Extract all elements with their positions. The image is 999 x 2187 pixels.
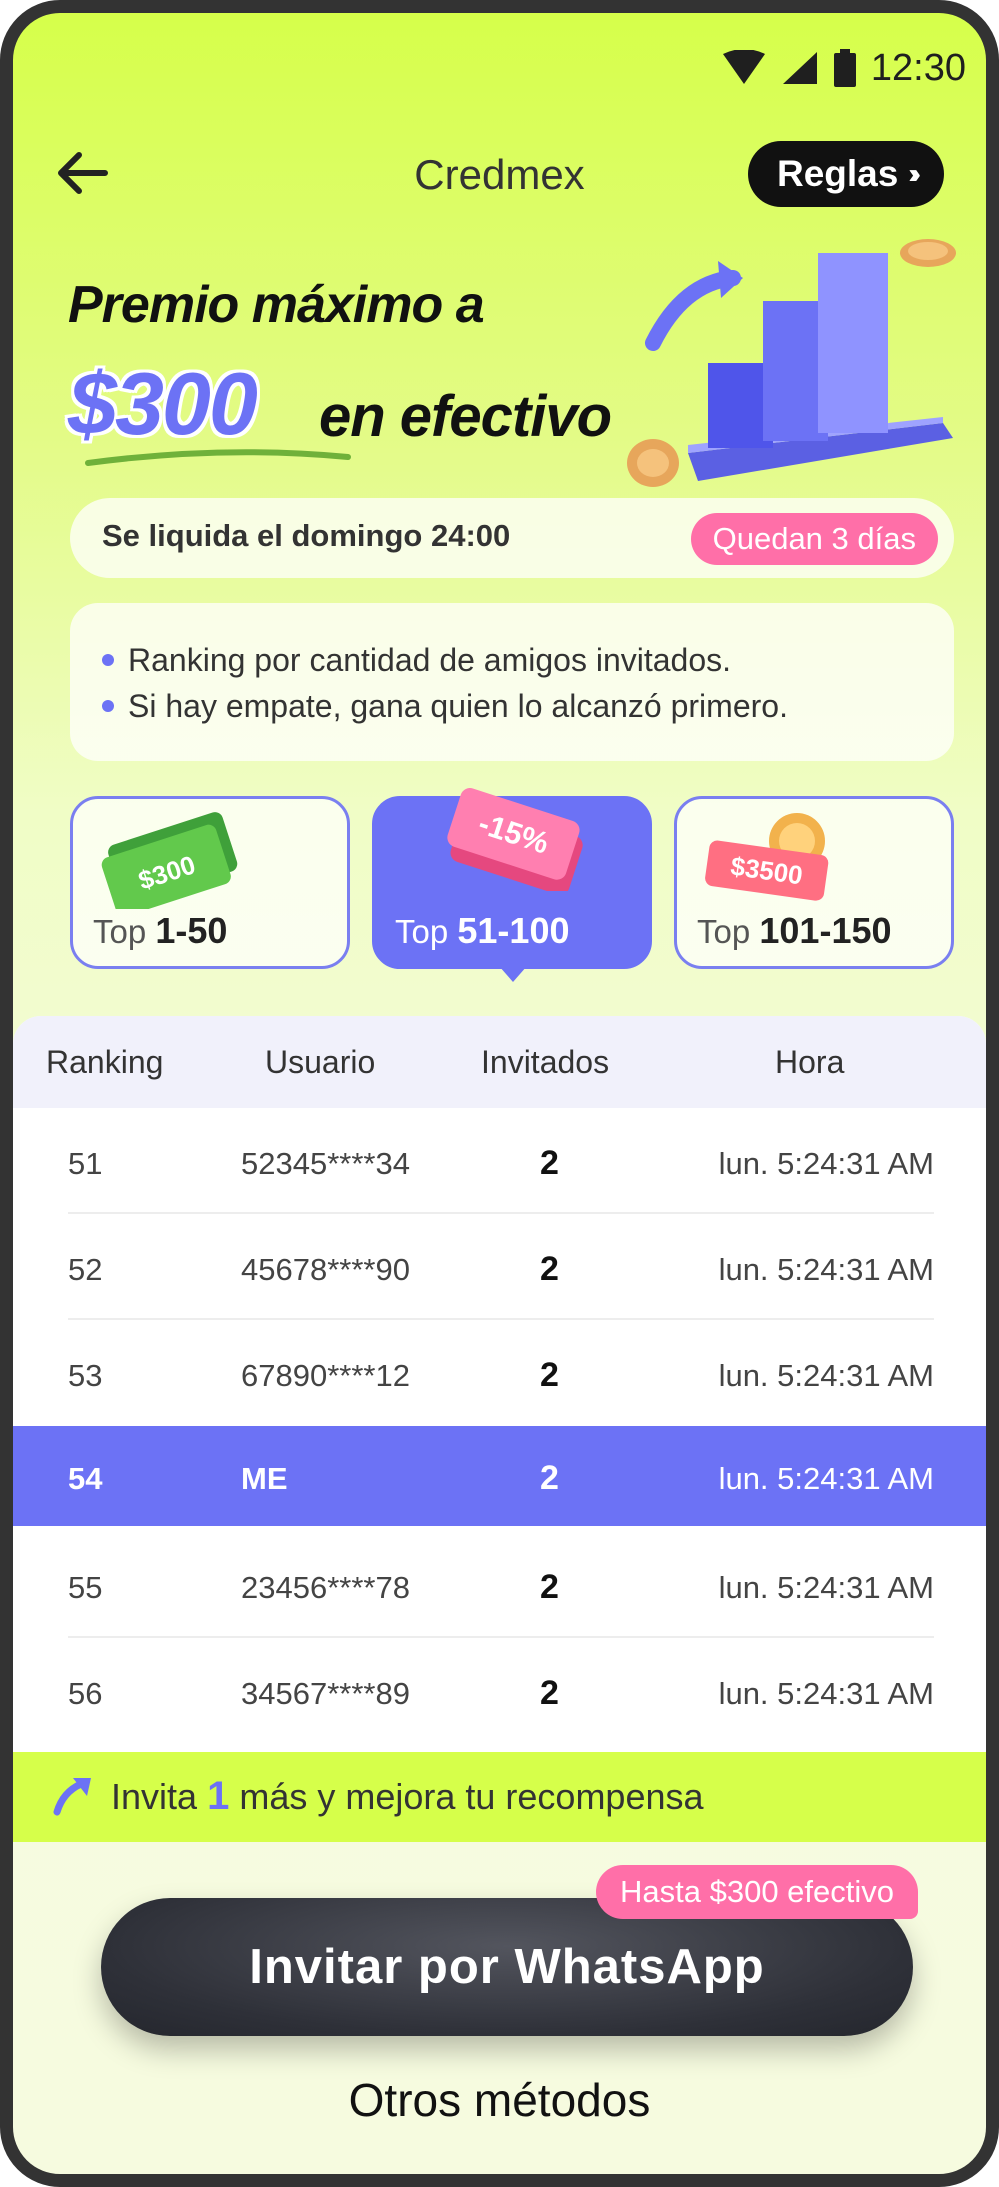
cell-invited: 2	[540, 1250, 559, 1288]
reward-badge: Hasta $300 efectivo	[596, 1865, 919, 1919]
table-row-current-user: 54 ME 2 lun. 5:24:31 AM	[13, 1426, 986, 1526]
cell-time: lun. 5:24:31 AM	[718, 1461, 934, 1496]
cell-invited: 2	[540, 1568, 559, 1606]
cell-user: 52345****34	[241, 1146, 410, 1181]
cell-rank: 56	[68, 1676, 103, 1711]
tier-label: Top 51-100	[395, 910, 570, 951]
cell-time: lun. 5:24:31 AM	[718, 1676, 934, 1711]
cell-user: 67890****12	[241, 1358, 410, 1393]
cell-invited: 2	[540, 1674, 559, 1712]
growth-chart-illustration	[627, 239, 956, 487]
tier-tab-1-50[interactable]: $300 Top 1-50	[70, 796, 350, 969]
cell-rank: 51	[68, 1146, 103, 1181]
rule-item: Si hay empate, gana quien lo alcanzó pri…	[102, 683, 954, 729]
cell-rank: 55	[68, 1570, 103, 1605]
cell-user: 45678****90	[241, 1252, 410, 1287]
table-row: 51 52345****34 2 lun. 5:24:31 AM	[13, 1108, 986, 1214]
hero-title: Premio máximo a	[68, 276, 485, 334]
invite-progress-banner: Invita 1 más y mejora tu recompensa	[13, 1752, 986, 1842]
tier-label: Top 101-150	[697, 910, 892, 951]
header-user: Usuario	[265, 1044, 376, 1080]
coupon-icon: -15%	[447, 788, 583, 891]
cell-user: 23456****78	[241, 1570, 410, 1605]
other-methods-link[interactable]: Otros métodos	[13, 2073, 986, 2127]
cell-time: lun. 5:24:31 AM	[718, 1358, 934, 1393]
cell-time: lun. 5:24:31 AM	[718, 1146, 934, 1181]
settlement-text: Se liquida el domingo 24:00	[102, 518, 511, 553]
trend-arrow-icon	[53, 1778, 91, 1816]
status-time: 12:30	[870, 46, 966, 89]
rules-info-box: Ranking por cantidad de amigos invitados…	[70, 603, 954, 761]
cell-time: lun. 5:24:31 AM	[718, 1570, 934, 1605]
status-bar: 12:30	[721, 43, 966, 93]
header-time: Hora	[775, 1044, 845, 1080]
rules-label: Reglas	[777, 153, 899, 194]
rules-button[interactable]: Reglas ››	[748, 141, 944, 207]
cell-user: ME	[241, 1461, 288, 1496]
table-row: 52 45678****90 2 lun. 5:24:31 AM	[13, 1214, 986, 1320]
cell-rank: 53	[68, 1358, 103, 1393]
cell-invited: 2	[540, 1144, 559, 1182]
header-ranking: Ranking	[46, 1044, 164, 1080]
tier-tab-101-150[interactable]: $3500 Top 101-150	[674, 796, 954, 969]
ranking-table: Ranking Usuario Invitados Hora 51 52345*…	[13, 1016, 986, 1752]
header-invited: Invitados	[481, 1044, 610, 1080]
cell-time: lun. 5:24:31 AM	[718, 1252, 934, 1287]
rule-item: Ranking por cantidad de amigos invitados…	[102, 637, 954, 683]
cell-rank: 52	[68, 1252, 103, 1287]
hero-underline	[85, 449, 351, 466]
tier-label: Top 1-50	[93, 910, 228, 951]
cell-rank: 54	[68, 1461, 103, 1496]
settlement-bar: Se liquida el domingo 24:00 Quedan 3 día…	[70, 498, 954, 578]
hero-amount: $300	[68, 354, 258, 453]
cell-user: 34567****89	[241, 1676, 410, 1711]
table-row: 56 34567****89 2 lun. 5:24:31 AM	[13, 1638, 986, 1744]
table-row: 55 23456****78 2 lun. 5:24:31 AM	[13, 1532, 986, 1638]
hero-subtitle: en efectivo	[319, 384, 612, 449]
wifi-icon	[722, 50, 765, 84]
active-tab-pointer	[499, 966, 527, 982]
table-header: Ranking Usuario Invitados Hora	[13, 1016, 986, 1108]
tier-tab-51-100[interactable]: -15% Top 51-100	[372, 788, 652, 969]
cell-invited: 2	[540, 1459, 559, 1497]
cash-icon: $300	[101, 812, 238, 909]
signal-icon	[782, 52, 817, 84]
invite-progress-text: Invita 1 más y mejora tu recompensa	[111, 1774, 704, 1818]
days-left-badge: Quedan 3 días	[690, 513, 938, 565]
coupon-coins-icon: $3500	[705, 813, 829, 901]
cell-invited: 2	[540, 1356, 559, 1394]
battery-icon	[833, 49, 856, 87]
double-chevron-right-icon: ››	[908, 158, 920, 189]
table-row: 53 67890****12 2 lun. 5:24:31 AM	[13, 1320, 986, 1426]
phone-frame: 12:30 Credmex Reglas ›› Premio máximo a …	[0, 0, 999, 2187]
